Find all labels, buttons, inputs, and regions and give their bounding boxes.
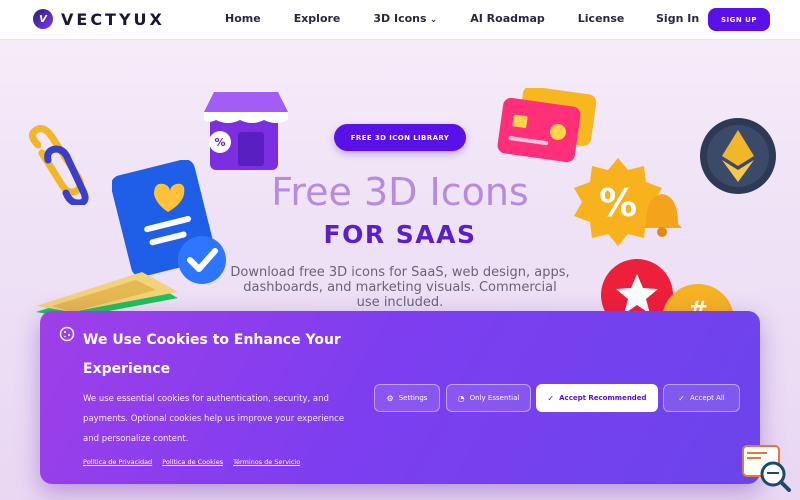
privacy-policy-link[interactable]: Política de Privacidad: [83, 458, 152, 466]
nav-link-home[interactable]: Home: [225, 12, 261, 25]
cookie-legal-links: Política de Privacidad Política de Cooki…: [83, 458, 310, 466]
accept-all-label: Accept All: [689, 394, 725, 402]
cookie-title: We Use Cookies to Enhance Your Experienc…: [83, 332, 341, 377]
hero-title: Free 3D Icons: [271, 170, 529, 214]
only-essential-button[interactable]: ◔ Only Essential: [446, 384, 531, 412]
nav-link-license[interactable]: License: [578, 12, 625, 25]
gear-icon: ⚙: [386, 393, 394, 403]
cookie-settings-button[interactable]: ⚙ Settings: [374, 384, 440, 412]
check-icon: ✓: [678, 393, 685, 403]
brand-logo[interactable]: V VECTYUX: [33, 9, 165, 29]
nav-link-3d-icons[interactable]: 3D Icons: [373, 12, 437, 25]
cookie-banner: We Use Cookies to Enhance Your Experienc…: [40, 311, 760, 484]
nav-link-explore[interactable]: Explore: [294, 12, 341, 25]
accept-recommended-button[interactable]: ✓ Accept Recommended: [536, 384, 658, 412]
paperclip-icon: [29, 125, 89, 205]
brand-name: VECTYUX: [61, 9, 165, 29]
shield-icon: ◔: [457, 393, 465, 403]
accept-all-button[interactable]: ✓ Accept All: [663, 384, 740, 412]
free-library-button[interactable]: FREE 3D ICON LIBRARY: [334, 124, 466, 151]
nav-links: Home Explore 3D Icons AI Roadmap License: [225, 12, 657, 25]
sign-up-button[interactable]: SIGN UP: [708, 8, 770, 31]
check-icon: ✓: [547, 393, 555, 403]
nav-link-ai-roadmap[interactable]: AI Roadmap: [470, 12, 545, 25]
cookie-description: We use essential cookies for authenticat…: [83, 394, 345, 444]
cookie-icon: [59, 326, 75, 342]
sign-in-link[interactable]: Sign In: [656, 12, 699, 25]
ethereum-coin-icon: [700, 118, 776, 194]
only-essential-label: Only Essential: [469, 394, 520, 402]
bell-icon: [642, 194, 682, 237]
accept-recommended-label: Accept Recommended: [559, 394, 647, 402]
logo-mark-icon: V: [33, 9, 53, 29]
cookie-settings-label: Settings: [398, 394, 428, 402]
hero-subtitle: FOR SAAS: [323, 220, 477, 249]
terms-of-service-link[interactable]: Términos de Servicio: [233, 458, 300, 466]
cookie-policy-link[interactable]: Política de Cookies: [162, 458, 223, 466]
search-widget-icon[interactable]: [741, 444, 793, 492]
svg-text:%: %: [599, 181, 637, 225]
svg-text:%: %: [214, 136, 225, 149]
hero-description: Download free 3D icons for SaaS, web des…: [230, 265, 570, 310]
top-navbar: V VECTYUX Home Explore 3D Icons AI Roadm…: [0, 0, 800, 40]
